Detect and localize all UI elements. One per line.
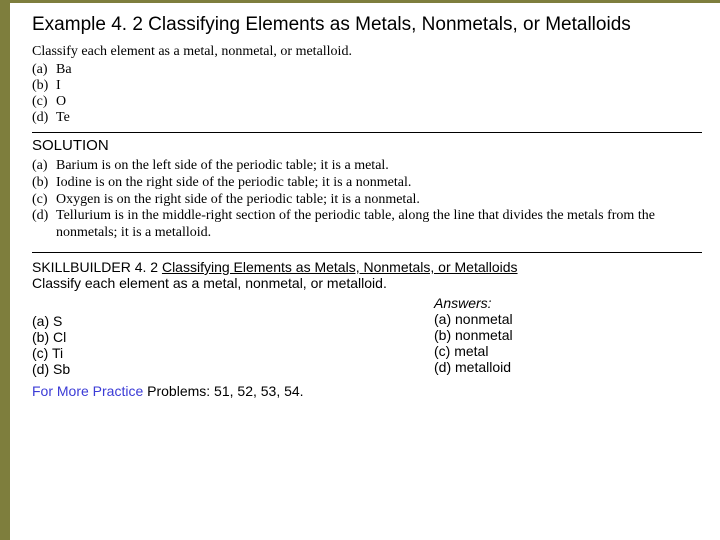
more-practice-lead: For More Practice	[32, 383, 147, 399]
list-item: (c)Oxygen is on the right side of the pe…	[32, 192, 702, 209]
list-item: (b)I	[32, 78, 702, 94]
list-item: (d) Sb	[32, 361, 401, 377]
skillbuilder-heading: SKILLBUILDER 4. 2 Classifying Elements a…	[32, 259, 702, 275]
item-value: O	[56, 94, 66, 109]
item-label: (c)	[32, 94, 56, 110]
problem-prompt: Classify each element as a metal, nonmet…	[32, 44, 702, 60]
skillbuilder-columns: (a) S (b) Cl (c) Ti (d) Sb Answers: (a) …	[32, 295, 702, 377]
more-practice-problems: Problems: 51, 52, 53, 54.	[147, 383, 303, 399]
example-title: Example 4. 2 Classifying Elements as Met…	[32, 14, 702, 36]
solution-text: Barium is on the left side of the period…	[56, 158, 686, 175]
list-item: (a) nonmetal	[434, 311, 702, 327]
answers-heading: Answers:	[434, 295, 702, 311]
list-item: (b)Iodine is on the right side of the pe…	[32, 175, 702, 192]
item-label: (a)	[32, 62, 56, 78]
item-label: (b)	[32, 78, 56, 94]
list-item: (c) metal	[434, 343, 702, 359]
list-item: (a)Ba	[32, 62, 702, 78]
skillbuilder-number: SKILLBUILDER 4. 2	[32, 259, 162, 275]
item-label: (c)	[32, 192, 56, 209]
skillbuilder-answers: Answers: (a) nonmetal (b) nonmetal (c) m…	[434, 295, 702, 377]
item-label: (a)	[32, 158, 56, 175]
solution-text: Iodine is on the right side of the perio…	[56, 175, 686, 192]
list-item: (d)Te	[32, 110, 702, 126]
item-label: (b)	[32, 175, 56, 192]
problem-items: (a)Ba (b)I (c)O (d)Te	[32, 62, 702, 126]
list-item: (c) Ti	[32, 345, 401, 361]
list-item: (d)Tellurium is in the middle-right sect…	[32, 208, 702, 242]
skillbuilder-items: (a) S (b) Cl (c) Ti (d) Sb	[32, 295, 401, 377]
skillbuilder-prompt: Classify each element as a metal, nonmet…	[32, 275, 702, 291]
solution-text: Oxygen is on the right side of the perio…	[56, 192, 686, 209]
example-number: Example 4. 2	[32, 14, 143, 35]
example-name: Classifying Elements as Metals, Nonmetal…	[143, 14, 631, 35]
item-value: Te	[56, 110, 70, 125]
solution-text: Tellurium is in the middle-right section…	[56, 208, 686, 242]
item-value: I	[56, 78, 61, 93]
list-item: (a) S	[32, 313, 401, 329]
list-item: (b) nonmetal	[434, 327, 702, 343]
item-label: (d)	[32, 110, 56, 126]
item-label: (d)	[32, 208, 56, 225]
slide: Example 4. 2 Classifying Elements as Met…	[0, 0, 720, 540]
divider	[32, 252, 702, 253]
solution-list: (a)Barium is on the left side of the per…	[32, 158, 702, 242]
item-value: Ba	[56, 62, 72, 77]
list-item: (b) Cl	[32, 329, 401, 345]
skillbuilder-title: Classifying Elements as Metals, Nonmetal…	[162, 259, 518, 275]
more-practice: For More Practice Problems: 51, 52, 53, …	[32, 383, 702, 399]
solution-heading: SOLUTION	[32, 137, 702, 154]
divider	[32, 132, 702, 133]
list-item: (d) metalloid	[434, 359, 702, 375]
list-item: (a)Barium is on the left side of the per…	[32, 158, 702, 175]
list-item: (c)O	[32, 94, 702, 110]
